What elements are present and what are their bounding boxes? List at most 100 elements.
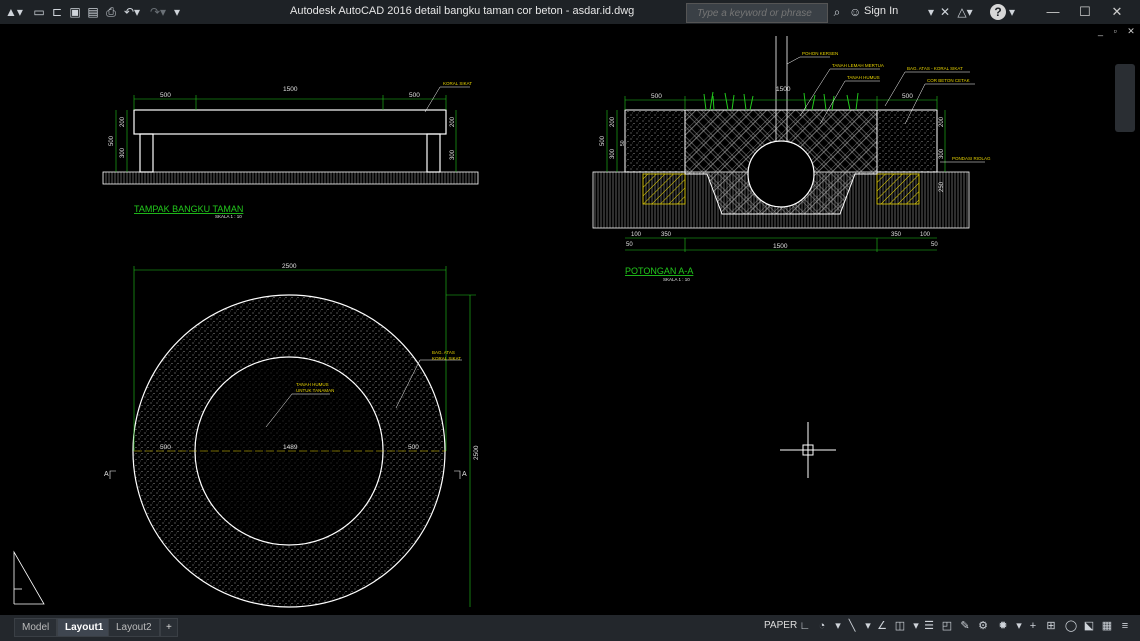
window-title: Autodesk AutoCAD 2016 detail bangku tama… [290,5,635,17]
dim-front-left: 500 [160,92,171,99]
help-dropdown-icon[interactable]: ▾ [1008,4,1016,20]
workspace-gear-icon[interactable]: ✹ [996,619,1010,633]
drawing-svg: 500 1500 500 200 300 500 200 300 KORAL S… [13,36,991,608]
tab-add-layout[interactable]: + [160,618,178,637]
dim-front-hr1: 200 [450,116,456,127]
polar-dropdown-icon[interactable]: ▾ [831,619,845,633]
hardware-acceleration-icon[interactable]: ⬕ [1082,619,1096,633]
dim-sec-top-right: 500 [902,93,913,100]
ground-strip [102,171,479,185]
autocad-logo-icon[interactable]: ▲▾ [4,4,24,20]
label-cor-beton: COR BETON CETAK [927,78,970,83]
lineweight-icon[interactable]: ☰ [922,619,936,633]
dim-front-h2: 300 [120,147,126,158]
label-bag-atas-plan: BAG. ATAS [432,350,455,355]
label-tanah-humus: TANAH HUMUS [847,75,880,80]
help-icon[interactable]: ? [990,4,1006,20]
sign-in-button[interactable]: Sign In [864,5,898,17]
bench-leg-left [139,133,154,173]
dim-sec-b350r: 350 [891,232,902,238]
title-tampak: TAMPAK BANGKU TAMAN [134,204,243,214]
dim-sec-h200: 200 [610,116,616,127]
ortho-icon[interactable]: ∟ [798,619,812,633]
section-mark-left: A [104,471,109,478]
title-bar: ▲▾ ▭ ⊏ ▣ ▤ ⎙ ↶▾ ↷▾ ▾ Autodesk AutoCAD 20… [0,0,1140,24]
title-potongan: POTONGAN A-A [625,266,693,276]
dim-front-h1: 200 [120,116,126,127]
dim-sec-b100: 100 [631,232,642,238]
exchange-icon[interactable]: ✕ [938,4,952,20]
label-pondasi: PONDASI RIOLAG [952,156,991,161]
search-box[interactable] [686,3,828,23]
label-koral-plan: KORAL SIKAT [432,356,461,361]
open-file-icon[interactable]: ⊏ [50,4,64,20]
dim-sec-top-mid: 1500 [776,86,791,93]
drawing-canvas[interactable]: _ ▫ ✕ 500 1500 500 200 300 500 200 300 K… [0,24,1140,615]
plot-icon[interactable]: ⎙ [104,4,118,20]
annotation-monitor-icon[interactable]: ⚙ [976,619,990,633]
dim-sec-h50: 50 [620,140,626,146]
snap-dropdown-icon[interactable]: ▾ [909,619,923,633]
dim-sec-top-left: 500 [651,93,662,100]
label-bag-atas: BAG. ATAS - KORAL SIKAT [907,66,963,71]
dim-sec-r250: 250 [939,181,945,192]
close-button[interactable]: ✕ [1104,3,1130,21]
scale-tampak: SKALA 1 : 10 [215,214,242,219]
polar-tracking-icon[interactable]: ◔ [815,619,829,633]
grass-marks [703,91,859,111]
dim-sec-h500: 500 [600,135,606,146]
dim-sec-b350: 350 [661,232,672,238]
object-snap-icon[interactable]: ◫ [893,619,907,633]
minimize-button[interactable]: — [1040,3,1066,21]
dim-front-hr2: 300 [450,149,456,160]
dim-sec-r300: 300 [939,148,945,159]
tab-layout2[interactable]: Layout2 [108,618,160,637]
quick-access-dropdown-icon[interactable]: ▾ [172,4,182,20]
section-mark-right: A [462,471,467,478]
dim-sec-r200: 200 [939,116,945,127]
dim-front-mid: 1500 [283,86,298,93]
save-as-icon[interactable]: ▤ [86,4,100,20]
clean-screen-icon[interactable]: ▦ [1100,619,1114,633]
workspace-dropdown-icon[interactable]: ▾ [1012,619,1026,633]
undo-icon[interactable]: ↶▾ [122,4,142,20]
label-pohon: POHON KERSEN [802,51,838,56]
iso-dropdown-icon[interactable]: ▾ [861,619,875,633]
new-file-icon[interactable]: ▭ [32,4,46,20]
ucs-icon [13,550,45,605]
a360-icon[interactable]: △▾ [956,4,974,20]
note-koral-front: KORAL SIKAT [443,81,472,86]
customization-icon[interactable]: ≡ [1118,619,1132,633]
dim-sec-h300: 300 [610,148,616,159]
dim-sec-b100r: 100 [920,232,931,238]
binoculars-icon[interactable]: ⌕ [830,4,844,20]
status-bar: Model Layout1 Layout2 + PAPER ∟ ◔ ▾ ╲ ▾ … [0,615,1140,641]
search-input[interactable] [697,4,825,22]
dim-plan-right: 500 [408,444,419,451]
dim-sec-b50: 50 [626,242,633,248]
label-tanah-humus-plan: TANAH HUMUS [296,382,329,387]
tab-model[interactable]: Model [14,618,58,637]
paper-space-button[interactable]: PAPER [764,620,797,631]
label-untuk-tanaman: UNTUK TANAMAN [296,388,334,393]
object-snap-tracking-icon[interactable]: ∠ [875,619,889,633]
isodraft-icon[interactable]: ╲ [845,619,859,633]
save-icon[interactable]: ▣ [68,4,82,20]
units-icon[interactable]: ⊞ [1044,619,1058,633]
selection-cycling-icon[interactable]: ✎ [958,619,972,633]
front-view: 500 1500 500 200 300 500 200 300 KORAL S… [102,81,479,219]
bench-leg-right [426,133,441,173]
annotation-add-icon[interactable]: + [1026,619,1040,633]
tab-layout1[interactable]: Layout1 [57,618,112,637]
maximize-button[interactable]: ☐ [1072,3,1098,21]
isolate-icon[interactable]: ◯ [1064,619,1078,633]
dim-plan-vert: 2500 [473,445,480,460]
dim-plan-mid: 1489 [283,444,298,451]
redo-icon[interactable]: ↷▾ [148,4,168,20]
label-tanah-merah: TANAH LEMAH MERTUA [832,63,884,68]
signin-dropdown-icon[interactable]: ▾ [926,4,936,20]
crosshair-cursor [780,422,836,478]
bench-top [133,109,447,135]
transparency-icon[interactable]: ◰ [940,619,954,633]
section-view: 500 500 1500 200 300 500 50 200 300 250 … [592,36,991,282]
